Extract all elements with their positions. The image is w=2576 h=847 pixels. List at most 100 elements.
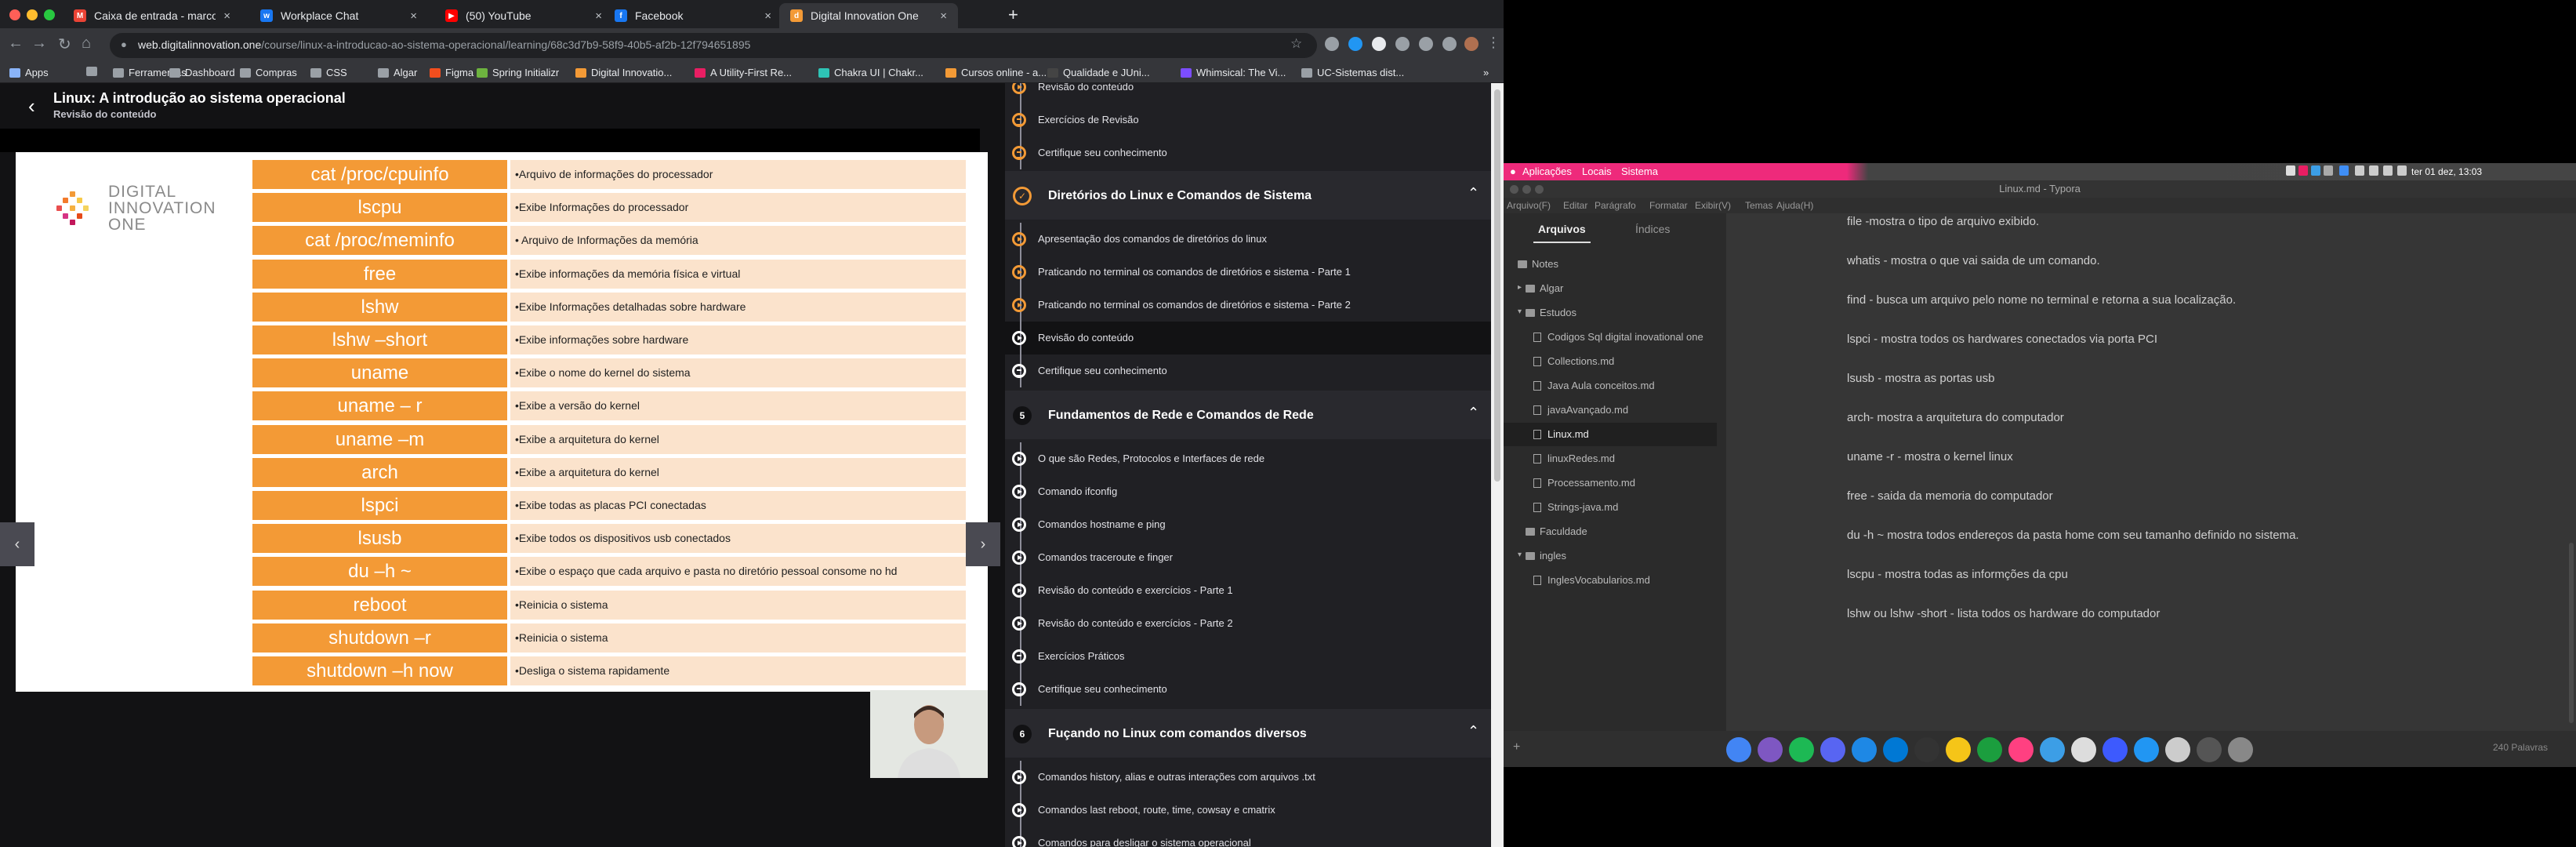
bookmark-item[interactable]: Apps: [9, 67, 49, 78]
tray-icon[interactable]: [2324, 165, 2333, 176]
lesson-item[interactable]: Praticando no terminal os comandos de di…: [1005, 289, 1491, 322]
bookmark-item[interactable]: Compras: [240, 67, 297, 78]
dock-app-icon[interactable]: [1852, 737, 1877, 762]
minimize-window-button[interactable]: [27, 9, 38, 20]
lesson-item[interactable]: Revisão do conteúdo: [1005, 322, 1491, 354]
lesson-item[interactable]: Revisão do conteúdo e exercícios - Parte…: [1005, 607, 1491, 640]
extension-icon[interactable]: [1348, 37, 1362, 51]
folder-item[interactable]: ▾ ingles: [1504, 544, 1717, 568]
folder-item[interactable]: ▾ Estudos: [1504, 301, 1717, 325]
clock[interactable]: ter 01 dez, 13:03: [2411, 166, 2482, 177]
menu-item[interactable]: Temas: [1745, 200, 1772, 211]
tray-icon[interactable]: [2286, 165, 2295, 176]
profile-avatar[interactable]: [1464, 37, 1478, 51]
lesson-item[interactable]: Comandos traceroute e finger: [1005, 541, 1491, 574]
file-item[interactable]: Processamento.md: [1504, 471, 1717, 495]
extensions-puzzle-icon[interactable]: [1419, 37, 1433, 51]
extension-icon[interactable]: [1372, 37, 1386, 51]
home-icon[interactable]: ⌂: [82, 35, 91, 53]
editor[interactable]: file -mostra o tipo de arquivo exibido. w…: [1726, 213, 2576, 731]
lesson-item[interactable]: Certifique seu conhecimento: [1005, 136, 1491, 169]
reading-list-icon[interactable]: [1442, 37, 1457, 51]
menu-item[interactable]: Arquivo(F): [1507, 200, 1551, 211]
extension-icon[interactable]: [1325, 37, 1339, 51]
network-icon[interactable]: [2383, 165, 2393, 176]
menu-item[interactable]: Parágrafo: [1595, 200, 1636, 211]
bookmark-item[interactable]: Whimsical: The Vi...: [1181, 67, 1286, 78]
lesson-item[interactable]: Comandos history, alias e outras interaç…: [1005, 761, 1491, 794]
dock-app-icon[interactable]: [1758, 737, 1783, 762]
star-icon[interactable]: ☆: [1290, 36, 1302, 52]
dock-app-icon[interactable]: [1883, 737, 1908, 762]
folder-item[interactable]: Faculdade: [1504, 520, 1717, 543]
scrollbar-thumb[interactable]: [1494, 89, 1500, 482]
battery-icon[interactable]: [2355, 165, 2364, 176]
tab-close-icon[interactable]: ×: [595, 9, 602, 23]
bookmark-item[interactable]: Algar: [378, 67, 417, 78]
dock-app-icon[interactable]: [1726, 737, 1751, 762]
new-tab-button[interactable]: +: [1008, 5, 1018, 25]
volume-icon[interactable]: [2397, 165, 2407, 176]
lesson-item[interactable]: O que são Redes, Protocolos e Interfaces…: [1005, 442, 1491, 475]
dock-app-icon[interactable]: [2197, 737, 2222, 762]
next-slide-button[interactable]: ›: [966, 522, 1000, 566]
window-maximize-button[interactable]: [1535, 185, 1544, 194]
dock-app-icon[interactable]: [2103, 737, 2128, 762]
lesson-item[interactable]: Revisão do conteúdo: [1005, 83, 1491, 104]
bookmark-item[interactable]: CSS: [310, 67, 347, 78]
close-window-button[interactable]: [9, 9, 20, 20]
bookmark-item[interactable]: Qualidade e JUni...: [1047, 67, 1150, 78]
tab-close-icon[interactable]: ×: [410, 9, 417, 23]
file-item[interactable]: Strings-java.md: [1504, 496, 1717, 519]
chevron-up-icon[interactable]: ⌃: [1468, 723, 1479, 740]
lesson-item[interactable]: Certifique seu conhecimento: [1005, 354, 1491, 387]
dock-app-icon[interactable]: [2165, 737, 2190, 762]
menu-places[interactable]: Locais: [1582, 165, 1612, 177]
menu-item[interactable]: Exibir(V): [1695, 200, 1731, 211]
file-item[interactable]: Codigos Sql digital inovational one: [1504, 325, 1717, 349]
file-item[interactable]: Linux.md: [1504, 423, 1717, 446]
dock-app-icon[interactable]: [2228, 737, 2253, 762]
back-chevron-icon[interactable]: ‹: [28, 94, 35, 118]
tab-close-icon[interactable]: ×: [764, 9, 771, 23]
bookmark-item[interactable]: Chakra UI | Chakr...: [818, 67, 923, 78]
dock-app-icon[interactable]: [2008, 737, 2034, 762]
dock-app-icon[interactable]: [1946, 737, 1971, 762]
menu-item[interactable]: Formatar: [1649, 200, 1688, 211]
sidebar-scrollbar[interactable]: [1491, 83, 1504, 847]
menu-item[interactable]: Editar: [1563, 200, 1587, 211]
tab-close-icon[interactable]: ×: [223, 9, 230, 23]
lesson-item[interactable]: Certifique seu conhecimento: [1005, 673, 1491, 706]
previous-slide-button[interactable]: ‹: [0, 522, 34, 566]
disclosure-arrow-icon[interactable]: ▾: [1518, 307, 1522, 316]
browser-tab[interactable]: w Workplace Chat ×: [249, 3, 428, 28]
disclosure-arrow-icon[interactable]: ▾: [1518, 551, 1522, 559]
scrollbar-thumb[interactable]: [2569, 543, 2574, 723]
folder-item[interactable]: ▸ Algar: [1504, 277, 1717, 300]
file-item[interactable]: InglesVocabularios.md: [1504, 569, 1717, 592]
reload-icon[interactable]: ↻: [58, 35, 71, 54]
tray-icon[interactable]: [2311, 165, 2320, 176]
bookmark-item[interactable]: UC-Sistemas dist...: [1301, 67, 1404, 78]
tab-close-icon[interactable]: ×: [940, 9, 947, 23]
module-header[interactable]: 6 Fuçando no Linux com comandos diversos ⌃: [1005, 709, 1491, 758]
dock-app-icon[interactable]: [1789, 737, 1814, 762]
chevron-up-icon[interactable]: ⌃: [1468, 405, 1479, 421]
lesson-item[interactable]: Praticando no terminal os comandos de di…: [1005, 256, 1491, 289]
menu-item[interactable]: Ajuda(H): [1776, 200, 1813, 211]
shield-icon[interactable]: [2369, 165, 2378, 176]
bookmark-item[interactable]: Spring Initializr: [477, 67, 559, 78]
dock-app-icon[interactable]: [1820, 737, 1845, 762]
lesson-item[interactable]: Comando ifconfig: [1005, 475, 1491, 508]
browser-tab[interactable]: M Caixa de entrada - marcosvo ×: [63, 3, 241, 28]
dock-app-icon[interactable]: [1914, 737, 1939, 762]
folder-item[interactable]: Notes: [1504, 253, 1717, 276]
disclosure-arrow-icon[interactable]: ▸: [1518, 283, 1522, 292]
extension-icon[interactable]: [1395, 37, 1410, 51]
menu-more-icon[interactable]: ⋮: [1486, 35, 1500, 51]
bookmarks-overflow-icon[interactable]: »: [1483, 67, 1489, 78]
lesson-item[interactable]: Exercícios Práticos: [1005, 640, 1491, 673]
maximize-window-button[interactable]: [44, 9, 55, 20]
bookmark-item[interactable]: A Utility-First Re...: [695, 67, 792, 78]
sidebar-divider[interactable]: [1717, 213, 1726, 731]
